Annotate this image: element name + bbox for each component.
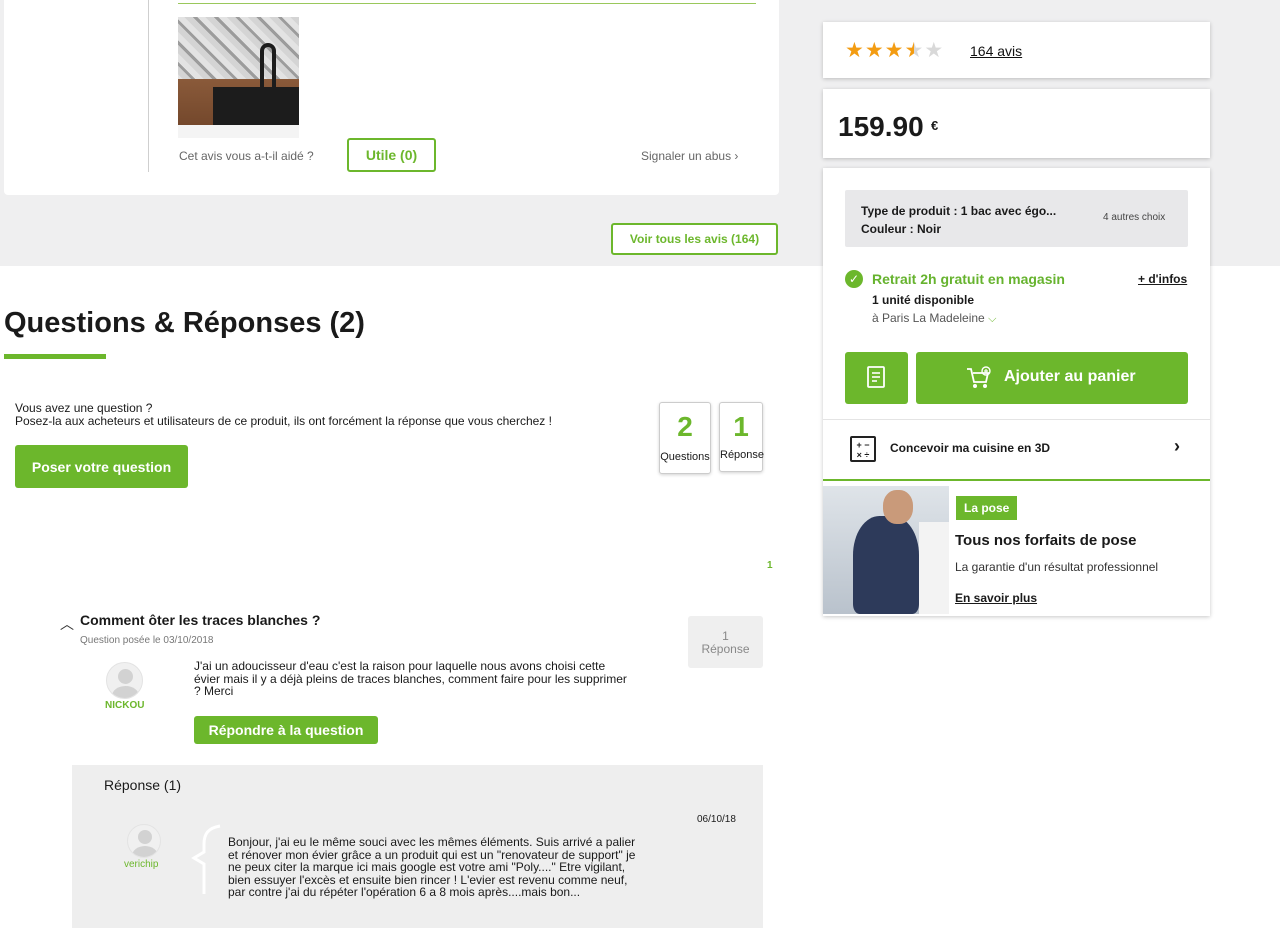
reply-button[interactable]: Répondre à la question [194, 716, 378, 744]
variant-color: Couleur : Noir [861, 222, 941, 236]
reviews-link[interactable]: 164 avis [970, 43, 1022, 59]
review-photo[interactable] [178, 17, 299, 138]
report-abuse-link[interactable]: Signaler un abus › [641, 149, 738, 163]
answer-body: Bonjour, j'ai eu le même souci avec les … [228, 835, 636, 899]
add-to-cart-label: Ajouter au panier [1004, 368, 1136, 385]
answers-count: 1 [733, 411, 749, 442]
questions-counter[interactable]: 2 Questions [659, 402, 711, 474]
currency: € [931, 118, 939, 133]
photo-installer-body [853, 516, 919, 614]
answers-label: Réponse [720, 449, 765, 461]
chevron-right-icon: › [1174, 436, 1180, 456]
star-icon: ★ [864, 39, 885, 62]
store-selector[interactable]: à Paris La Madeleine ⌵ [872, 311, 996, 326]
variant-type: Type de produit : 1 bac avec égo... [861, 204, 1057, 218]
speech-bracket-icon [191, 824, 221, 894]
question-title[interactable]: Comment ôter les traces blanches ? [80, 612, 320, 628]
answer-author: verichip [124, 859, 159, 870]
divider [823, 479, 1210, 481]
star-icon: ★ [924, 39, 945, 62]
chevron-right-icon: › [734, 149, 739, 163]
ask-line-2: Posez-la aux acheteurs et utilisateurs d… [15, 413, 552, 428]
review-divider-vertical [148, 0, 149, 172]
star-icon: ★ [904, 39, 925, 62]
answers-counter[interactable]: 1 Réponse [719, 402, 765, 472]
check-circle-icon: ✓ [845, 270, 863, 288]
chevron-up-icon[interactable]: ︿ [60, 614, 74, 634]
answer-date: 06/10/18 [697, 814, 736, 825]
answers-title: Réponse (1) [104, 777, 182, 793]
installer-photo [823, 486, 949, 614]
add-to-cart-button[interactable]: Ajouter au panier [916, 352, 1188, 404]
avatar [106, 662, 143, 699]
photo-wall [919, 522, 949, 614]
kitchen-3d-link[interactable]: + − × ÷ Concevoir ma cuisine en 3D › [823, 420, 1210, 478]
shopping-list-button[interactable] [845, 352, 908, 404]
review-divider-horizontal [178, 3, 756, 4]
rating-panel: ★★★★★ 164 avis [823, 22, 1210, 78]
qa-title-underline [4, 354, 106, 359]
rating-stars: ★★★★★ [845, 38, 944, 63]
price: 159.90 [838, 111, 924, 142]
question-answer-badge-label: Réponse [701, 642, 750, 656]
pose-subtitle: La garantie d'un résultat professionnel [955, 560, 1159, 574]
avatar-body [132, 846, 158, 857]
photo-sink [213, 87, 299, 125]
calculator-icon: + − × ÷ [850, 436, 876, 462]
question-answer-badge: 1 Réponse [688, 616, 763, 668]
more-info-link[interactable]: + d'infos [1138, 272, 1187, 286]
photo-installer-head [883, 490, 913, 524]
cart-icon [967, 366, 991, 388]
pose-more-link[interactable]: En savoir plus [955, 591, 1037, 605]
kitchen-3d-label: Concevoir ma cuisine en 3D [890, 441, 1051, 455]
avatar [127, 824, 161, 858]
question-body: J'ai un adoucisseur d'eau c'est la raiso… [194, 659, 627, 698]
pose-title: Tous nos forfaits de pose [955, 532, 1137, 549]
ask-line-1: Vous avez une question ? [15, 401, 153, 415]
useful-button[interactable]: Utile (0) [347, 138, 436, 172]
qa-title: Questions & Réponses (2) [4, 307, 365, 339]
star-icon: ★ [845, 39, 865, 62]
questions-count: 2 [677, 411, 693, 442]
photo-faucet [260, 43, 276, 87]
pose-tag: La pose [956, 496, 1018, 520]
all-reviews-button[interactable]: Voir tous les avis (164) [611, 223, 778, 255]
store-name: à Paris La Madeleine [872, 311, 985, 325]
purchase-panel: Type de produit : 1 bac avec égo... Coul… [823, 168, 1210, 616]
helpful-question: Cet avis vous a-t-il aidé ? [179, 149, 314, 163]
chevron-down-icon: ⌵ [988, 313, 997, 325]
price-panel: 159.90 € [823, 89, 1210, 158]
pagination-page[interactable]: 1 [767, 560, 773, 571]
avatar-body [112, 686, 139, 698]
questions-label: Questions [660, 451, 710, 463]
ask-prompt: Vous avez une question ? Posez-la aux ac… [15, 402, 575, 427]
avatar-head [138, 830, 152, 844]
ask-question-button[interactable]: Poser votre question [15, 445, 188, 488]
avatar-head [118, 669, 133, 684]
photo-cabinet [178, 125, 299, 138]
variant-choices: 4 autres choix [1103, 212, 1166, 223]
star-icon: ★ [884, 39, 905, 62]
report-abuse-label: Signaler un abus [641, 149, 732, 163]
stock-status: 1 unité disponible [872, 293, 975, 307]
variant-selector[interactable]: Type de produit : 1 bac avec égo... Coul… [845, 190, 1188, 247]
question-date: Question posée le 03/10/2018 [80, 635, 214, 646]
pickup-title: Retrait 2h gratuit en magasin [872, 271, 1065, 287]
list-icon [866, 365, 885, 388]
question-author: NICKOU [105, 700, 145, 711]
